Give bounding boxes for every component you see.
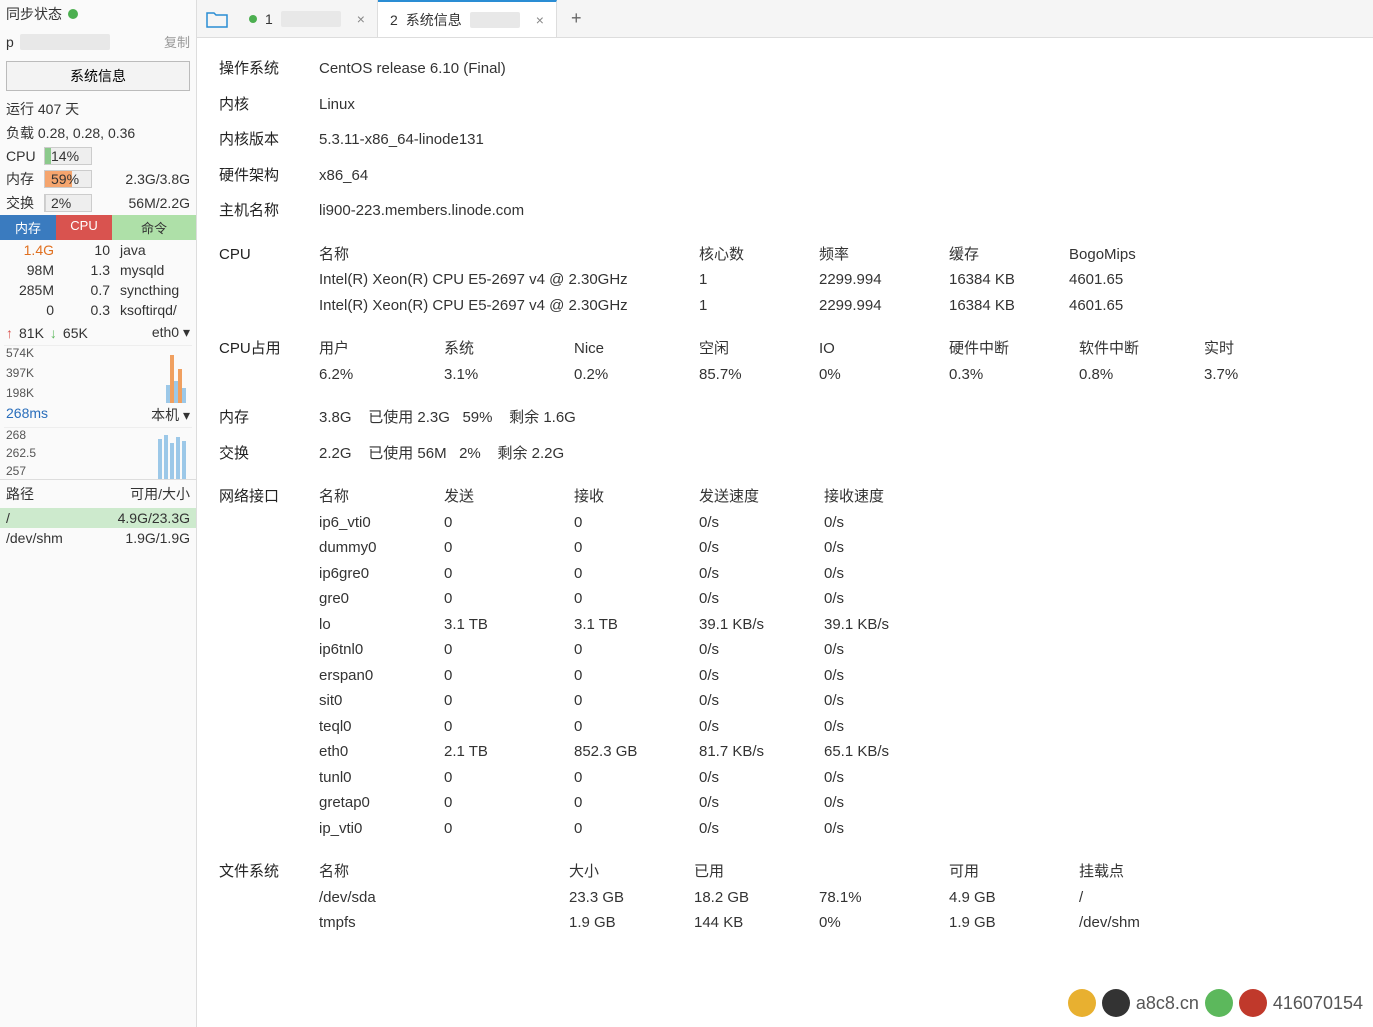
folder-icon[interactable] (197, 10, 237, 28)
watermark-icon (1102, 989, 1130, 1017)
sync-status-row: 同步状态 (0, 0, 196, 28)
cpu-row: Intel(R) Xeon(R) CPU E5-2697 v4 @ 2.30GH… (319, 293, 1351, 319)
netif-row: ip6gre0000/s0/s (319, 561, 1351, 587)
cpuusage-col: 实时3.7% (1204, 336, 1284, 387)
arch-value: x86_64 (319, 163, 1351, 189)
os-value: CentOS release 6.10 (Final) (319, 56, 1351, 82)
watermark: a8c8.cn 416070154 (1068, 989, 1363, 1017)
netif-row: sit0000/s0/s (319, 688, 1351, 714)
netif-row: ip_vti0000/s0/s (319, 816, 1351, 842)
disk-row[interactable]: /4.9G/23.3G (0, 508, 196, 528)
cpuusage-col: IO0% (819, 336, 949, 387)
process-row[interactable]: 00.3ksoftirqd/ (0, 300, 196, 320)
ip-blurred (20, 34, 110, 50)
main: 1 × 2 系统信息 × + 操作系统CentOS release 6.10 (… (197, 0, 1373, 1027)
netif-row: erspan0000/s0/s (319, 663, 1351, 689)
sync-label: 同步状态 (6, 4, 62, 24)
cpuusage-col: 空闲85.7% (699, 336, 819, 387)
netif-row: dummy0000/s0/s (319, 535, 1351, 561)
tab2-blurred (470, 12, 520, 28)
system-info-button[interactable]: 系统信息 (6, 61, 190, 91)
close-icon[interactable]: × (357, 11, 365, 27)
arrow-down-icon: ↓ (50, 325, 57, 341)
cpu-section: CPU 名称 核心数 频率 缓存 BogoMips Intel(R) Xeon(… (219, 242, 1351, 319)
netif-row: eth02.1 TB852.3 GB81.7 KB/s65.1 KB/s (319, 739, 1351, 765)
host-label: 主机名称 (219, 198, 319, 224)
cpuusage-col: Nice0.2% (574, 336, 699, 387)
tab1-blurred (281, 11, 341, 27)
tab-1[interactable]: 1 × (237, 0, 378, 37)
process-header: 内存 CPU 命令 (0, 215, 196, 240)
uptime-row: 运行 407 天 (0, 97, 196, 121)
arch-label: 硬件架构 (219, 163, 319, 189)
arrow-up-icon: ↑ (6, 325, 13, 341)
net-speed-row: ↑81K ↓65K eth0 ▾ (0, 320, 196, 345)
netif-section: 网络接口 名称 发送 接收 发送速度 接收速度 ip6_vti0000/s0/s… (219, 484, 1351, 841)
fs-row: tmpfs1.9 GB144 KB0%1.9 GB/dev/shm (319, 910, 1351, 936)
netif-row: ip6tnl0000/s0/s (319, 637, 1351, 663)
iface-select[interactable]: eth0 ▾ (152, 324, 190, 341)
disk-header: 路径 可用/大小 (0, 479, 196, 508)
process-row[interactable]: 285M0.7syncthing (0, 280, 196, 300)
mem-meter: 内存 59% 2.3G/3.8G (0, 167, 196, 191)
copy-button[interactable]: 复制 (164, 32, 190, 51)
ip-row: p 复制 (0, 28, 196, 55)
netif-row: gretap0000/s0/s (319, 790, 1351, 816)
ping-sparkline: 268 262.5 257 (4, 427, 192, 479)
watermark-icon (1205, 989, 1233, 1017)
kver-value: 5.3.11-x86_64-linode131 (319, 127, 1351, 153)
netif-row: ip6_vti0000/s0/s (319, 510, 1351, 536)
mem-section: 内存 3.8G 已使用 2.3G 59% 剩余 1.6G 交换 2.2G 已使用… (219, 405, 1351, 466)
cpu-meter: CPU 14% (0, 145, 196, 167)
os-label: 操作系统 (219, 56, 319, 82)
process-list: 1.4G10java98M1.3mysqld285M0.7syncthing00… (0, 240, 196, 320)
new-tab-button[interactable]: + (557, 8, 596, 29)
process-row[interactable]: 98M1.3mysqld (0, 260, 196, 280)
kernel-label: 内核 (219, 92, 319, 118)
swap-meter: 交换 2% 56M/2.2G (0, 191, 196, 215)
content-pane: 操作系统CentOS release 6.10 (Final) 内核Linux … (197, 38, 1373, 964)
watermark-icon (1068, 989, 1096, 1017)
tab-system-info[interactable]: 2 系统信息 × (378, 0, 557, 37)
process-row[interactable]: 1.4G10java (0, 240, 196, 260)
cpuusage-section: CPU占用 用户6.2%系统3.1%Nice0.2%空闲85.7%IO0%硬件中… (219, 336, 1351, 387)
watermark-icon (1239, 989, 1267, 1017)
fs-section: 文件系统 名称 大小 已用 可用 挂载点 /dev/sda23.3 GB18.2… (219, 859, 1351, 936)
host-value: li900-223.members.linode.com (319, 198, 1351, 224)
sidebar: 同步状态 p 复制 系统信息 运行 407 天 负载 0.28, 0.28, 0… (0, 0, 197, 1027)
cpu-row: Intel(R) Xeon(R) CPU E5-2697 v4 @ 2.30GH… (319, 267, 1351, 293)
netif-row: tunl0000/s0/s (319, 765, 1351, 791)
cpuusage-col: 软件中断0.8% (1079, 336, 1204, 387)
ip-prefix: p (6, 34, 14, 50)
disk-list: /4.9G/23.3G/dev/shm1.9G/1.9G (0, 508, 196, 548)
cpuusage-col: 硬件中断0.3% (949, 336, 1079, 387)
status-dot-icon (68, 9, 78, 19)
tab-bar: 1 × 2 系统信息 × + (197, 0, 1373, 38)
ping-row: 268ms 本机 ▾ (0, 403, 196, 427)
netif-row: gre0000/s0/s (319, 586, 1351, 612)
netif-row: teql0000/s0/s (319, 714, 1351, 740)
cpuusage-col: 用户6.2% (319, 336, 444, 387)
fs-row: /dev/sda23.3 GB18.2 GB78.1%4.9 GB/ (319, 885, 1351, 911)
close-icon[interactable]: × (536, 12, 544, 28)
cpuusage-col: 系统3.1% (444, 336, 574, 387)
netif-row: lo3.1 TB3.1 TB39.1 KB/s39.1 KB/s (319, 612, 1351, 638)
net-sparkline: 574K 397K 198K (4, 345, 192, 403)
disk-row[interactable]: /dev/shm1.9G/1.9G (0, 528, 196, 548)
ping-host-select[interactable]: 本机 ▾ (151, 405, 190, 425)
load-row: 负载 0.28, 0.28, 0.36 (0, 121, 196, 145)
dot-icon (249, 15, 257, 23)
kernel-value: Linux (319, 92, 1351, 118)
kver-label: 内核版本 (219, 127, 319, 153)
